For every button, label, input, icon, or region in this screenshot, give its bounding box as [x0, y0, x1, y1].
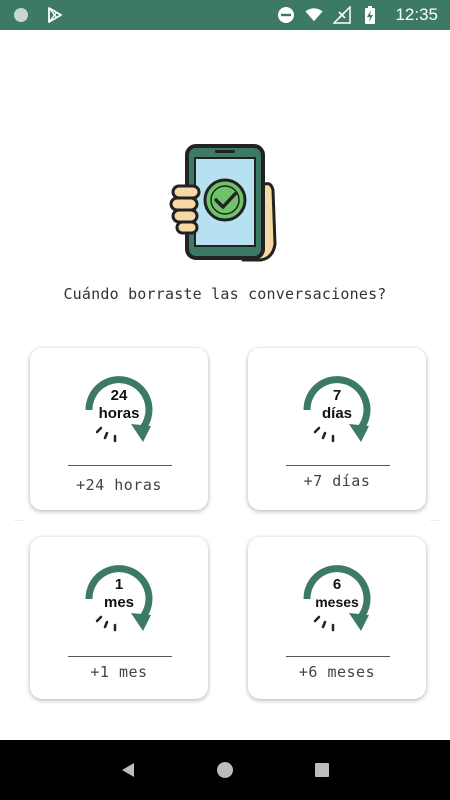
card-label: +6 meses — [298, 663, 376, 681]
status-time: 12:35 — [395, 5, 438, 24]
recurring-clock-icon: 1 mes — [85, 565, 153, 632]
icon-unit: días — [322, 405, 352, 422]
no-signal-icon — [333, 6, 352, 24]
icon-number: 7 — [333, 387, 341, 404]
hero — [0, 140, 450, 264]
divider-mark — [430, 520, 440, 521]
do-not-disturb-icon — [277, 6, 295, 24]
card-label: +24 horas — [76, 476, 162, 494]
battery-charging-icon — [361, 6, 379, 24]
back-icon — [122, 763, 135, 777]
card-divider — [286, 465, 390, 466]
card-label: +7 días — [303, 472, 371, 490]
back-button[interactable] — [108, 750, 148, 790]
home-button[interactable] — [205, 750, 245, 790]
divider-mark — [14, 520, 24, 521]
card-label: +1 mes — [90, 663, 148, 681]
recurring-clock-icon: 6 meses — [303, 565, 371, 632]
option-card-6-meses[interactable]: 6 meses +6 meses — [248, 537, 426, 699]
wifi-icon — [305, 6, 324, 24]
recurring-clock-icon: 24 horas — [85, 376, 153, 443]
home-icon — [216, 762, 233, 778]
option-card-7-dias[interactable]: 7 días +7 días — [248, 348, 426, 510]
status-bar: 12:35 — [0, 0, 450, 30]
navigation-bar — [0, 740, 450, 800]
option-card-24-horas[interactable]: 24 horas +24 horas — [30, 348, 208, 510]
card-divider — [68, 656, 172, 657]
play-store-icon — [46, 6, 64, 24]
recents-button[interactable] — [302, 750, 342, 790]
icon-unit: meses — [315, 594, 359, 610]
card-divider — [68, 465, 172, 466]
recents-icon — [314, 763, 329, 777]
icon-number: 6 — [333, 576, 341, 593]
icon-number: 1 — [115, 576, 123, 593]
circle-notification-icon — [12, 6, 30, 24]
phone-checkmark-in-hand-icon — [169, 144, 277, 262]
prompt-question: Cuándo borraste las conversaciones? — [63, 285, 387, 303]
option-card-1-mes[interactable]: 1 mes +1 mes — [30, 537, 208, 699]
recurring-clock-icon: 7 días — [303, 376, 371, 443]
icon-number: 24 — [111, 387, 128, 404]
icon-unit: horas — [99, 405, 140, 422]
icon-unit: mes — [104, 594, 134, 611]
card-divider — [286, 656, 390, 657]
